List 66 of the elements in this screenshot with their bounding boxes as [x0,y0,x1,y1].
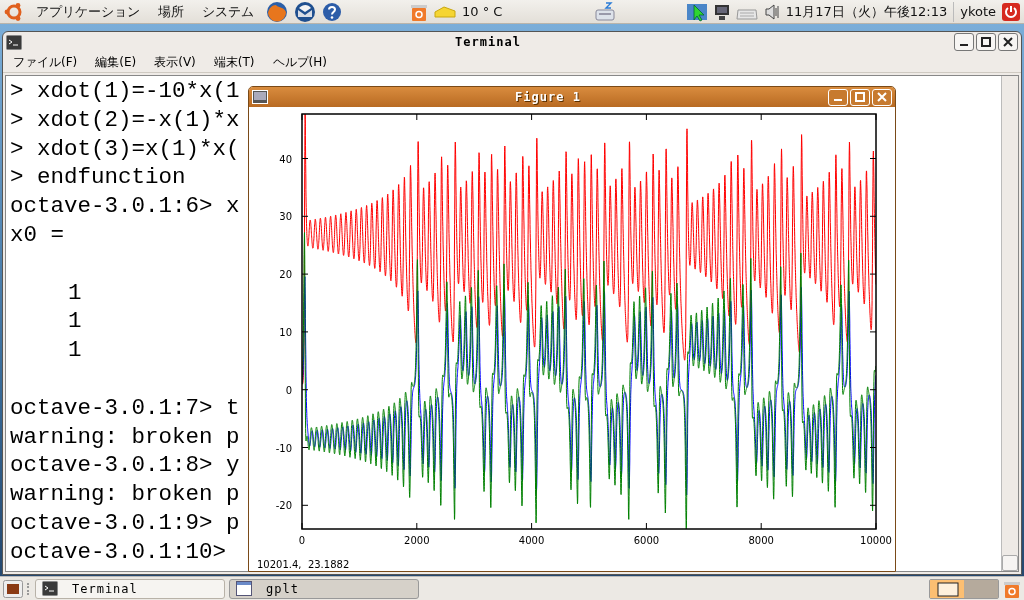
minimize-icon [833,98,843,102]
axis-tick-label: 4000 [518,535,545,546]
axis-tick-label: 0 [298,535,306,546]
axis-tick-label: 10000 [860,535,892,546]
output-line: warning: broken p [10,480,240,509]
axis-tick-label: -10 [275,442,292,454]
user-name[interactable]: ykote [960,4,996,19]
close-icon [877,92,887,102]
maximize-icon [981,37,991,47]
maximize-icon [855,92,865,102]
minimize-icon [959,43,969,47]
command-line: > xdot(3)=x(1)*x( [10,134,240,164]
command-line: octave-3.0.1:8> y [10,451,240,481]
menu-item[interactable]: 端末(T) [213,53,255,71]
help-icon[interactable] [322,1,342,22]
window-icon [236,581,252,596]
menu-item[interactable]: ヘルプ(H) [272,53,327,71]
command-line: octave-3.0.1:7> t [10,393,240,423]
axis-tick-label: 2000 [404,535,430,546]
window-icon[interactable] [252,90,268,104]
axis-tick-label: 8000 [748,535,774,546]
minimize-button[interactable] [954,33,974,51]
axis-tick-label: 30 [279,211,292,223]
maximize-button[interactable] [976,33,996,51]
workspace-button[interactable] [930,579,964,598]
terminal-icon[interactable] [6,34,22,50]
panel-menu[interactable]: アプリケーション [30,2,146,21]
command-line: > xdot(2)=-x(1)*x [10,105,240,135]
show-desktop-icon[interactable] [3,579,23,598]
window-title: Figure 1 [514,90,582,104]
close-button[interactable] [998,33,1018,51]
terminal-icon [42,581,58,596]
menu-item[interactable]: 表示(V) [154,53,196,71]
menu-item[interactable]: 編集(E) [95,53,137,71]
axis-tick-label: -20 [275,500,292,512]
cursor-icon[interactable] [685,1,708,22]
panel-menu[interactable]: システム [196,2,260,21]
taskbar-button[interactable]: gplt [229,578,419,599]
monitor-icon[interactable] [713,2,730,21]
close-icon [1003,37,1013,47]
cursor-coordinates: 10201.4, 23.1882 [257,559,350,570]
clock[interactable]: 11月17日（火）午後12:13 [785,2,948,21]
taskbar-button[interactable]: Terminal [35,578,225,599]
weather-temperature: 10 ° C [462,4,503,19]
output-line: warning: broken p [10,422,240,452]
axis-tick-label: 0 [285,384,292,396]
window-title: Terminal [454,35,522,49]
command-line: > endfunction [10,163,186,193]
speaker-icon[interactable] [763,3,780,20]
command-line: octave-3.0.1:9> p [10,508,240,538]
output-value: 1 [68,307,82,337]
axis-tick-label: 6000 [633,535,660,546]
sleeping-printer-icon [593,1,616,22]
command-line: > xdot(1)=-10*x(1 [10,77,240,106]
ubuntu-logo-icon[interactable] [4,1,24,22]
power-icon[interactable] [1002,2,1020,21]
panel-menu[interactable]: 場所 [152,2,190,21]
command-line: octave-3.0.1:6> x [10,192,240,221]
axis-tick-label: 10 [279,326,292,338]
output-value: 1 [68,278,82,308]
axis-tick-label: 20 [279,269,292,281]
command-line: octave-3.0.1:10> [10,537,227,567]
axis-tick-label: 40 [279,153,292,165]
output-value: 1 [68,336,82,365]
output-line: x0 = [10,221,64,250]
menu-item[interactable]: ファイル(F) [13,53,78,71]
